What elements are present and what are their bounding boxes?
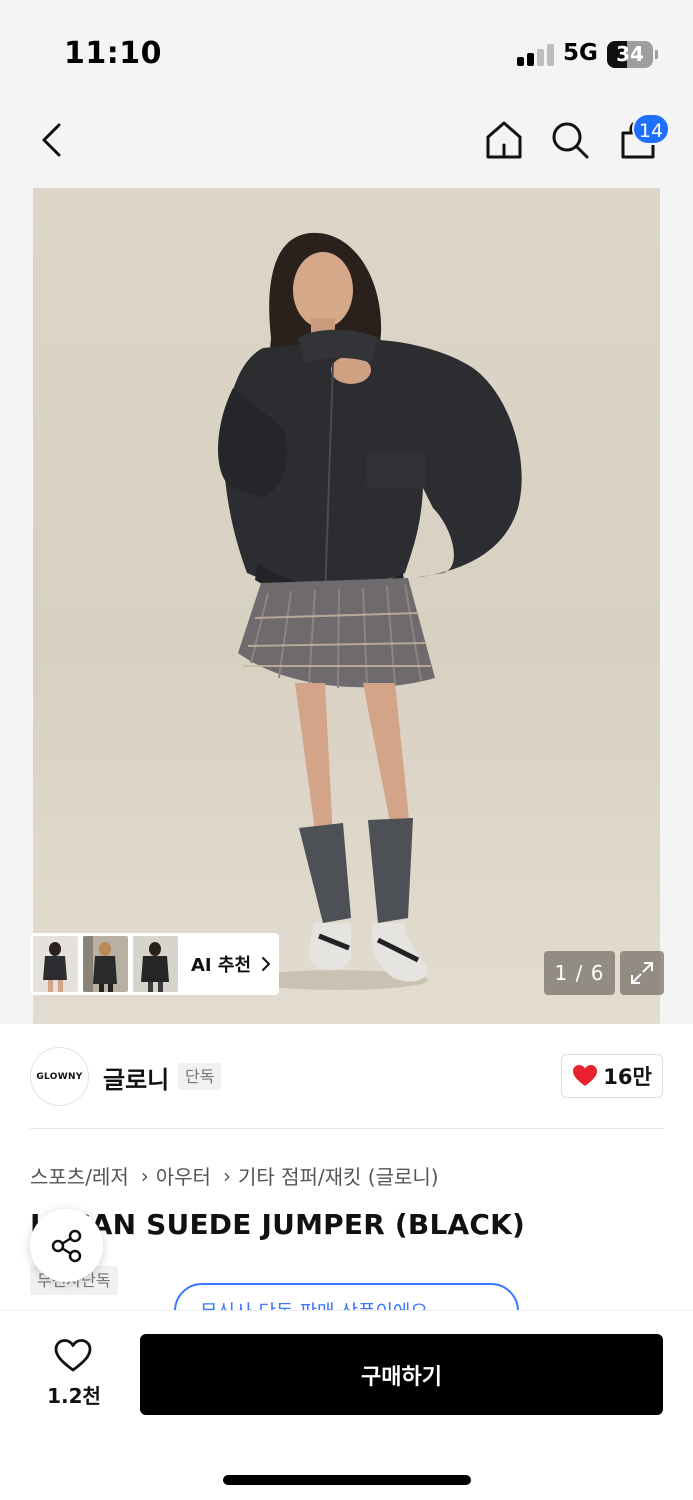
breadcrumb-item[interactable]: 아우터 (156, 1161, 211, 1190)
brand-exclusive-tag: 단독 (178, 1063, 222, 1090)
breadcrumb-item[interactable]: 기타 점퍼/재킷 (글로니) (238, 1161, 439, 1190)
brand-logo[interactable]: GLOWNY (30, 1047, 89, 1106)
cart-count-badge: 14 (632, 113, 670, 145)
signal-icon (517, 44, 557, 66)
battery-cap (655, 50, 658, 59)
heart-filled-icon (573, 1065, 598, 1086)
expand-icon (631, 962, 653, 984)
chevron-right-icon (262, 957, 271, 971)
product-image[interactable] (33, 188, 660, 1024)
brand-name[interactable]: 글로니 (103, 1060, 169, 1095)
brand-logo-text: GLOWNY (36, 1071, 83, 1082)
breadcrumb-item[interactable]: 스포츠/레저 (30, 1161, 129, 1190)
chevron-right-icon: › (140, 1163, 149, 1188)
image-page-counter: 1 / 6 (544, 951, 615, 995)
back-button[interactable] (32, 118, 72, 162)
ai-thumbnail-3[interactable] (133, 936, 178, 992)
home-icon (486, 121, 522, 159)
divider (30, 1128, 663, 1129)
share-icon (51, 1229, 81, 1262)
wishlist-count: 1.2천 (47, 1384, 101, 1408)
battery-icon: 34 (607, 41, 653, 68)
search-icon (552, 122, 589, 159)
network-label: 5G (563, 40, 598, 66)
chevron-right-icon: › (222, 1163, 231, 1188)
wishlist-button[interactable] (53, 1338, 93, 1374)
chevron-left-icon (42, 123, 61, 157)
ai-recommend-button[interactable]: AI 추천 (30, 933, 279, 995)
battery-level: 34 (616, 42, 644, 66)
buy-button-label: 구매하기 (361, 1364, 442, 1390)
ai-recommend-label: AI 추천 (191, 955, 252, 976)
search-button[interactable] (548, 118, 592, 162)
product-photo (218, 232, 522, 990)
expand-image-button[interactable] (620, 951, 664, 995)
ai-thumbnail-2[interactable] (83, 936, 128, 992)
status-bar: 11:10 5G 34 (0, 0, 693, 100)
status-time: 11:10 (64, 36, 162, 71)
home-button[interactable] (482, 118, 526, 162)
product-title: LUCAN SUEDE JUMPER (BLACK) (30, 1208, 525, 1241)
brand-like-button[interactable]: 16만 (561, 1054, 663, 1098)
brand-like-count: 16만 (603, 1065, 652, 1089)
heart-outline-icon (54, 1339, 92, 1372)
ai-thumbnail-1[interactable] (33, 936, 78, 992)
share-button[interactable] (30, 1209, 103, 1282)
buy-button[interactable]: 구매하기 (140, 1334, 663, 1415)
home-indicator (223, 1475, 471, 1485)
breadcrumb: 스포츠/레저 › 아우터 › 기타 점퍼/재킷 (글로니) (30, 1161, 439, 1190)
